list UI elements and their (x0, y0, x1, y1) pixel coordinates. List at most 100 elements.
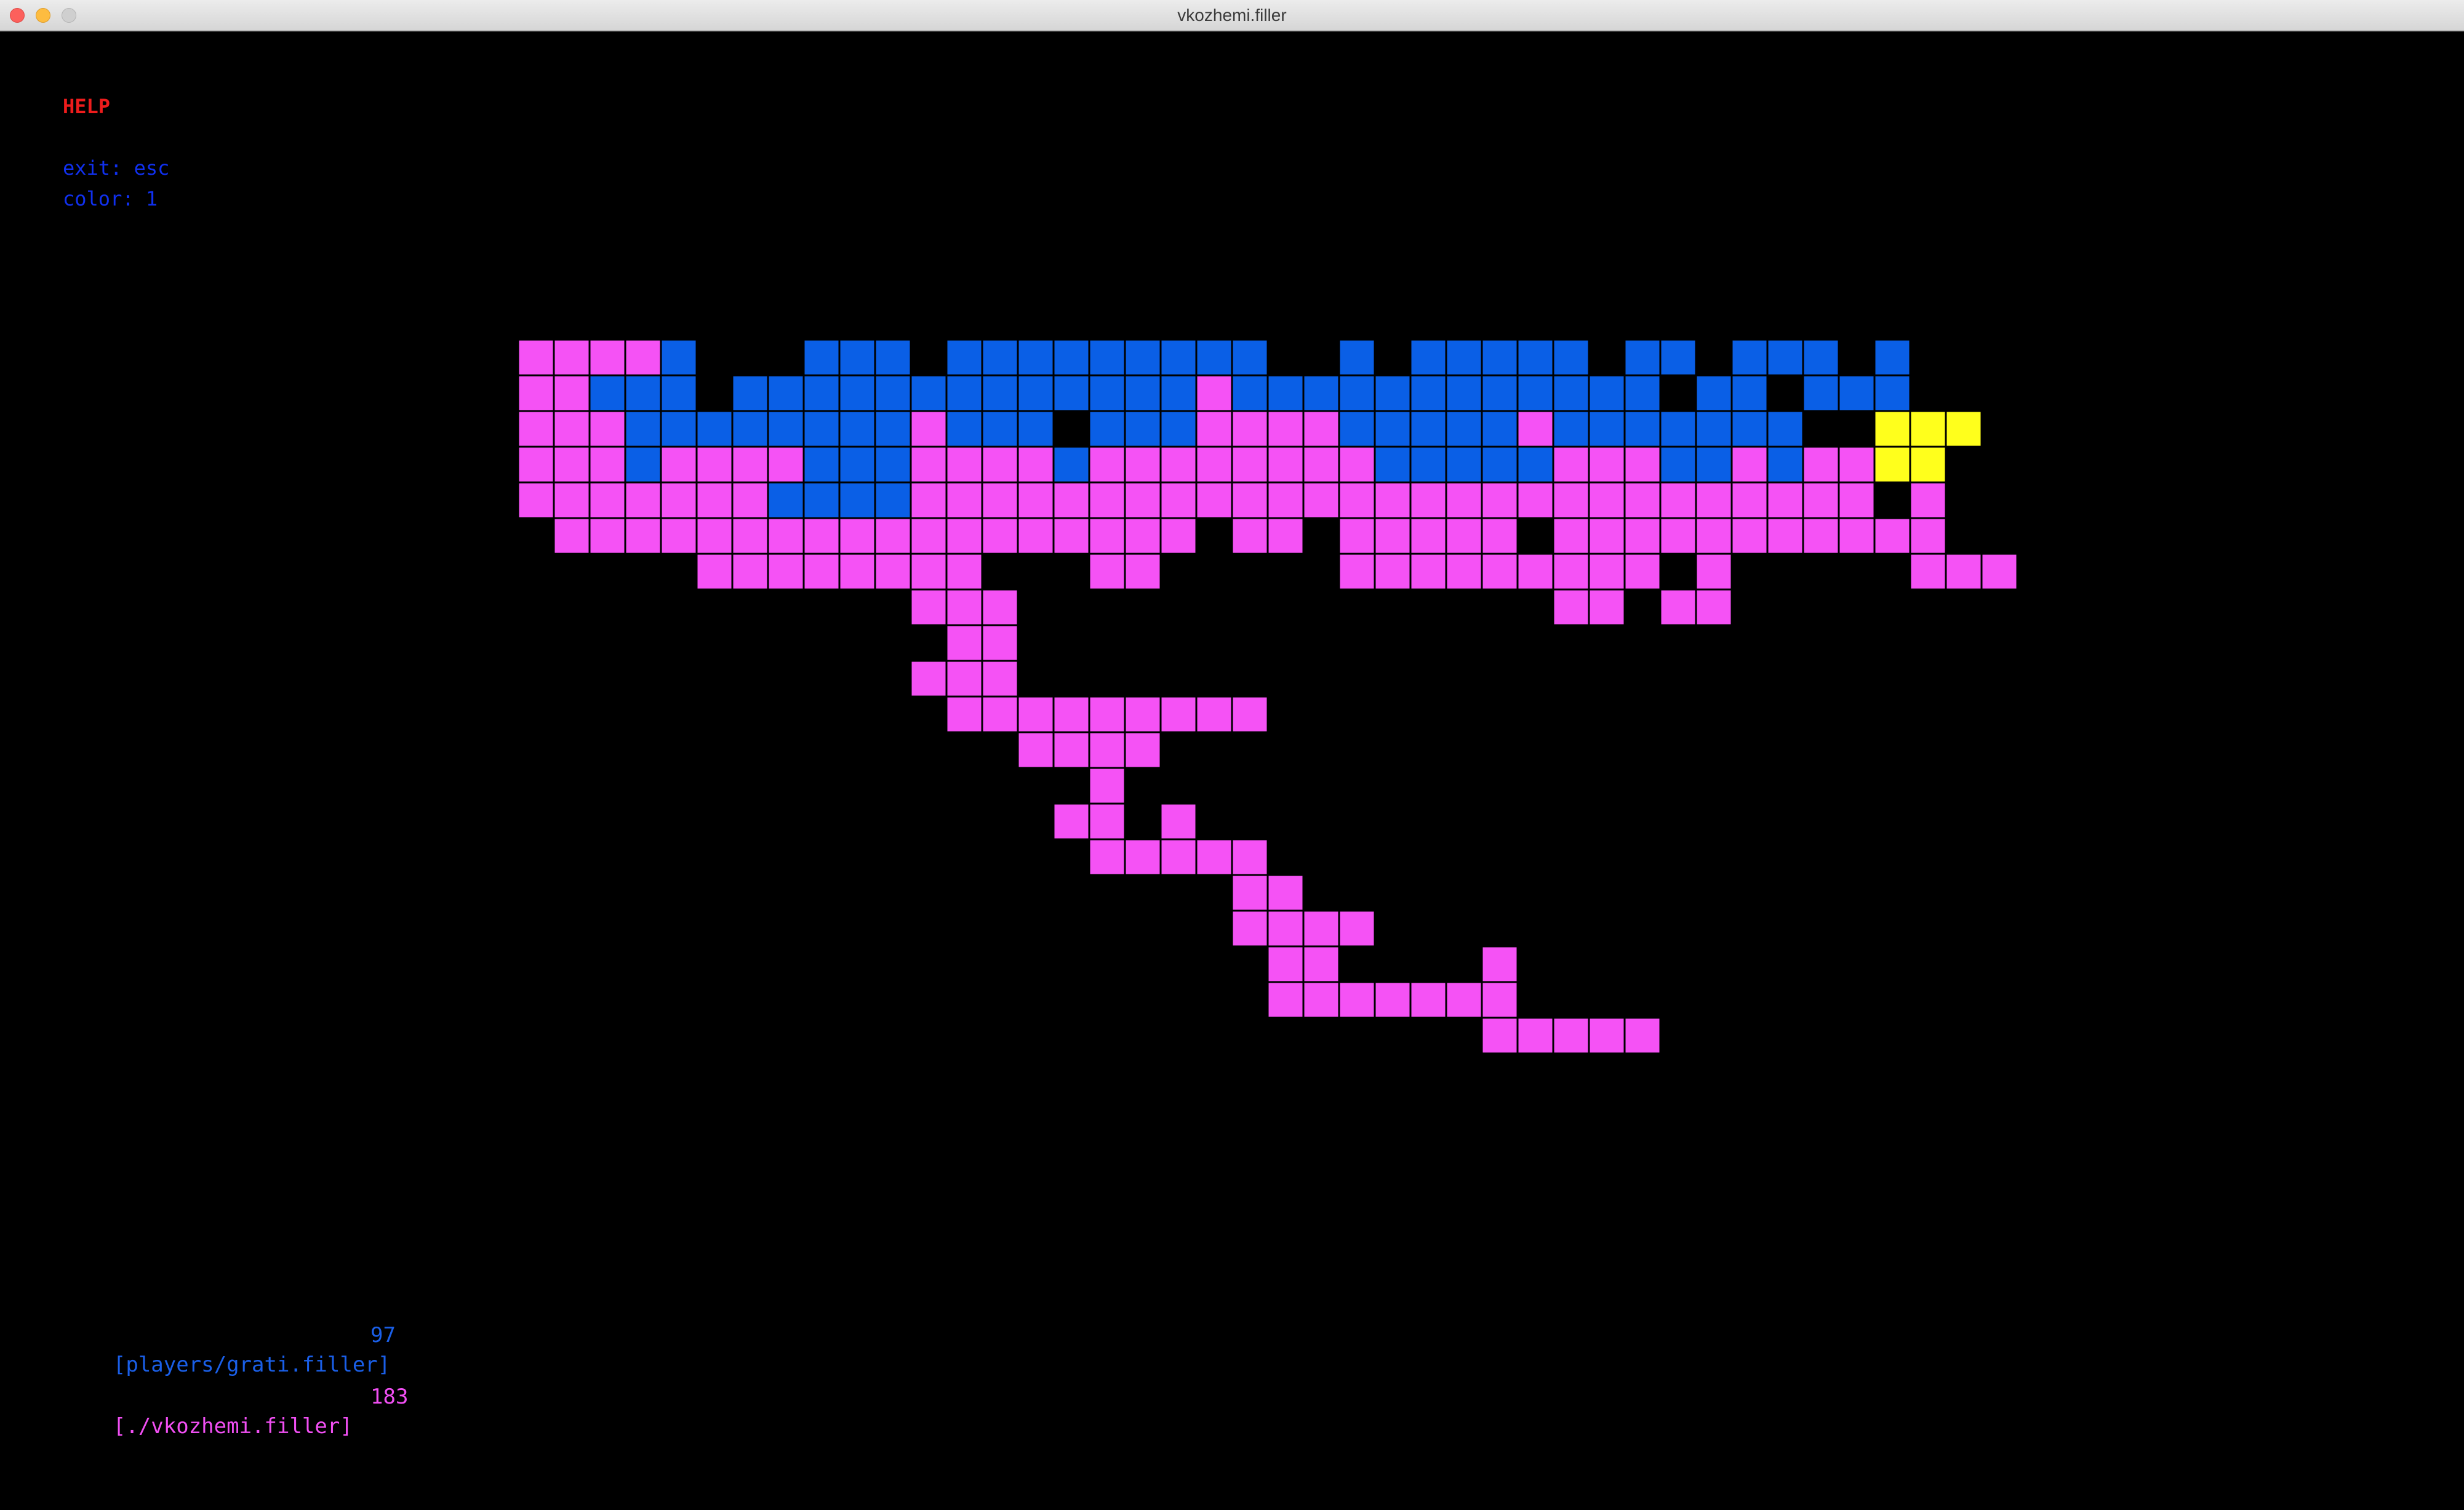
player2-cell (910, 481, 948, 519)
player2-cell (660, 517, 698, 555)
player2-cell (767, 517, 805, 555)
player1-cell (695, 410, 734, 448)
player2-cell (945, 624, 983, 662)
player2-cell (1195, 374, 1233, 412)
player1-cell (1052, 338, 1090, 377)
player-two-score-line: [./vkozhemi.filler] 183 (63, 1382, 409, 1500)
player2-cell (517, 445, 555, 484)
player1-cell (1766, 410, 1804, 448)
player1-cell (1730, 374, 1769, 412)
player2-cell (1659, 481, 1697, 519)
player1-cell (1552, 410, 1590, 448)
player2-cell (1730, 481, 1769, 519)
player1-cell (731, 410, 769, 448)
player2-cell (1374, 481, 1412, 519)
player2-cell (1159, 517, 1198, 555)
player2-cell (1374, 553, 1412, 591)
player2-cell (1302, 945, 1340, 983)
player2-cell (1088, 445, 1126, 484)
player2-cell (910, 445, 948, 484)
player2-cell (1374, 517, 1412, 555)
player2-cell (1695, 588, 1733, 626)
player2-cell (1623, 1017, 1662, 1055)
player2-cell (767, 553, 805, 591)
player2-cell (945, 445, 983, 484)
player2-cell (802, 517, 841, 555)
player1-cell (660, 338, 698, 377)
player1-cell (1623, 338, 1662, 377)
player2-cell (1231, 695, 1269, 733)
help-title: HELP (63, 95, 111, 118)
player2-cell (1124, 838, 1162, 876)
player2-cell (731, 445, 769, 484)
player2-cell (517, 481, 555, 519)
title-bar: vkozhemi.filler (0, 0, 2464, 31)
player2-cell (553, 445, 591, 484)
player2-cell (1588, 553, 1626, 591)
player2-cell (553, 374, 591, 412)
player2-cell (1266, 874, 1305, 912)
player2-cell (1231, 838, 1269, 876)
player2-cell (517, 338, 555, 377)
player2-cell (1088, 695, 1126, 733)
player2-cell (1552, 588, 1590, 626)
player2-cell (981, 445, 1019, 484)
player1-cell (1374, 445, 1412, 484)
player1-cell (1445, 410, 1483, 448)
player2-cell (1195, 445, 1233, 484)
player1-cell (981, 338, 1019, 377)
player2-cell (910, 553, 948, 591)
player1-cell (1659, 410, 1697, 448)
player1-cell (1159, 374, 1198, 412)
player2-cell (1945, 553, 1983, 591)
player1-cell (1802, 338, 1840, 377)
player2-cell (553, 517, 591, 555)
player2-cell (1623, 445, 1662, 484)
player2-cell (1909, 481, 1947, 519)
player2-cell (1623, 481, 1662, 519)
player1-cell (1338, 338, 1376, 377)
player2-cell (695, 517, 734, 555)
player2-cell (588, 338, 626, 377)
player2-cell (588, 481, 626, 519)
player2-cell (945, 695, 983, 733)
piece-cell (1909, 445, 1947, 484)
player2-cell (1481, 981, 1519, 1019)
player2-cell (731, 553, 769, 591)
player1-cell (767, 410, 805, 448)
player1-cell (624, 410, 662, 448)
player2-cell (1338, 553, 1376, 591)
player2-cell (1338, 445, 1376, 484)
player1-cell (1445, 338, 1483, 377)
player1-cell (910, 374, 948, 412)
player1-cell (1195, 338, 1233, 377)
player2-cell (1017, 731, 1055, 769)
player2-cell (1088, 838, 1126, 876)
player1-cell (802, 481, 841, 519)
player1-cell (1481, 410, 1519, 448)
player1-cell (838, 481, 876, 519)
player1-cell (1695, 374, 1733, 412)
player2-cell (517, 374, 555, 412)
player2-cell (1516, 481, 1554, 519)
game-board (517, 338, 2018, 1055)
player2-cell (1623, 553, 1662, 591)
player2-cell (1231, 410, 1269, 448)
player2-cell (1552, 553, 1590, 591)
player2-cell (1088, 553, 1126, 591)
player1-cell (945, 410, 983, 448)
player2-cell (1195, 838, 1233, 876)
player2-cell (1266, 410, 1305, 448)
player2-cell (1302, 481, 1340, 519)
player2-cell (981, 624, 1019, 662)
player1-cell (874, 338, 912, 377)
player2-cell (1445, 553, 1483, 591)
player2-cell (553, 481, 591, 519)
player2-cell (1695, 517, 1733, 555)
player1-cell (1374, 410, 1412, 448)
player2-cell (1159, 802, 1198, 841)
player1-cell (588, 374, 626, 412)
player2-cell (1623, 517, 1662, 555)
player1-cell (1481, 338, 1519, 377)
player1-cell (1588, 374, 1626, 412)
